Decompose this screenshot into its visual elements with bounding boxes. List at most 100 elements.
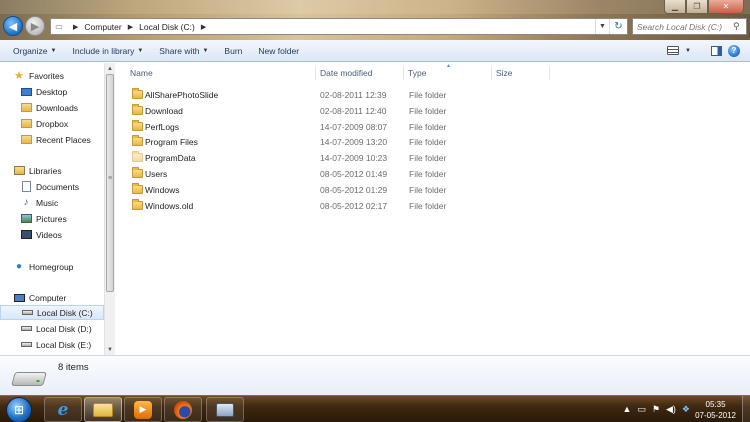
volume-icon[interactable]: ◀) — [666, 404, 676, 415]
breadcrumb-computer[interactable]: Computer — [84, 22, 121, 32]
search-input[interactable] — [637, 21, 733, 32]
taskbar-internet-explorer[interactable]: e — [44, 397, 82, 422]
nav-label: Local Disk (D:) — [36, 323, 92, 334]
command-bar: Organize ▼ Include in library ▼ Share with… — [0, 40, 750, 62]
taskbar-firefox[interactable] — [164, 397, 202, 422]
nav-recent-places[interactable]: Recent Places — [0, 132, 104, 147]
show-desktop-button[interactable] — [742, 396, 750, 422]
system-tray: ▲ ▭ ⚑ ◀) ❖ — [622, 404, 690, 415]
nav-downloads[interactable]: Downloads — [0, 100, 104, 115]
file-row[interactable]: Windows 08-05-2012 01:29 File folder — [128, 182, 748, 197]
details-pane: 8 items — [0, 355, 750, 395]
search-icon[interactable]: ⚲ — [733, 21, 740, 32]
action-center-flag-icon[interactable]: ⚑ — [652, 404, 660, 415]
clock[interactable]: 05:35 07-05-2012 — [695, 399, 736, 421]
nav-dropbox[interactable]: Dropbox — [0, 116, 104, 131]
nav-label: Computer — [29, 292, 67, 303]
file-name: AllSharePhotoSlide — [145, 89, 219, 100]
column-header-size[interactable]: Size — [492, 66, 550, 80]
drive-icon — [20, 339, 32, 350]
file-row[interactable]: Users 08-05-2012 01:49 File folder — [128, 166, 748, 181]
file-row[interactable]: PerfLogs 14-07-2009 08:07 File folder — [128, 119, 748, 134]
close-button[interactable]: ✕ — [708, 0, 744, 14]
maximize-button[interactable]: ❐ — [686, 0, 708, 14]
column-header-type[interactable]: Type — [404, 66, 492, 80]
file-row[interactable]: Program Files 14-07-2009 13:20 File folder — [128, 134, 748, 149]
change-view-icon[interactable] — [667, 46, 680, 55]
help-icon[interactable]: ? — [728, 44, 740, 57]
minimize-button[interactable]: ▁ — [664, 0, 686, 14]
file-row[interactable]: AllSharePhotoSlide 02-08-2011 12:39 File f… — [128, 87, 748, 102]
organize-button[interactable]: Organize ▼ — [0, 46, 64, 56]
taskbar-windows-explorer[interactable] — [84, 397, 122, 422]
breadcrumb-local-disk[interactable]: Local Disk (C:) — [139, 22, 195, 32]
nav-pictures[interactable]: Pictures — [0, 211, 104, 226]
address-dropdown-button[interactable]: ▼ — [595, 19, 609, 34]
view-options-caret-icon[interactable]: ▼ — [685, 48, 691, 54]
navigation-scrollbar[interactable]: ▲ ▼ — [104, 63, 115, 355]
nav-local-disk-c[interactable]: Local Disk (C:) — [0, 305, 104, 320]
new-folder-button[interactable]: New folder — [250, 46, 307, 56]
computer-icon — [13, 292, 25, 303]
back-button[interactable]: ◀ — [3, 16, 23, 36]
show-hidden-icons-icon[interactable]: ▲ — [622, 404, 631, 415]
file-date: 14-07-2009 08:07 — [320, 121, 388, 132]
taskbar-network[interactable] — [206, 397, 244, 422]
scroll-thumb[interactable] — [106, 74, 114, 292]
file-date: 08-05-2012 02:17 — [320, 200, 388, 211]
libraries-icon — [13, 165, 25, 176]
file-row[interactable]: ProgramData 14-07-2009 10:23 File folder — [128, 150, 748, 165]
clock-time: 05:35 — [705, 400, 726, 409]
search-box[interactable]: ⚲ — [632, 18, 747, 35]
taskbar: ⊞ e ▶ ▲ ▭ ⚑ ◀) ❖ 05:35 07-05-2012 — [0, 395, 750, 422]
desktop-icon — [20, 86, 32, 97]
breadcrumb-chevron-icon[interactable]: ▶ — [201, 23, 206, 31]
refresh-button[interactable]: ↻ — [609, 19, 627, 34]
nav-desktop[interactable]: Desktop — [0, 84, 104, 99]
file-row[interactable]: Windows.old 08-05-2012 02:17 File folder — [128, 198, 748, 213]
nav-videos[interactable]: Videos — [0, 227, 104, 242]
burn-button[interactable]: Burn — [216, 46, 250, 56]
nav-favorites[interactable]: ★ Favorites — [0, 68, 104, 83]
include-in-library-button[interactable]: Include in library ▼ — [64, 46, 151, 56]
windows-logo-icon: ⊞ — [13, 403, 25, 417]
nav-computer[interactable]: Computer — [0, 290, 104, 305]
breadcrumb-chevron-icon[interactable]: ▶ — [128, 23, 133, 31]
nav-documents[interactable]: Documents — [0, 179, 104, 194]
preview-pane-icon[interactable] — [711, 45, 722, 56]
column-headers: ▲ Name Date modified Type Size — [116, 63, 750, 82]
nav-label: Homegroup — [29, 261, 74, 272]
dropbox-tray-icon[interactable]: ❖ — [682, 404, 690, 415]
videos-icon — [20, 229, 32, 240]
nav-libraries[interactable]: Libraries — [0, 163, 104, 178]
music-icon: ♪ — [23, 197, 29, 208]
breadcrumb-chevron-icon[interactable]: ▶ — [73, 23, 78, 31]
file-row[interactable]: Download 02-08-2011 12:40 File folder — [128, 103, 748, 118]
drive-address-icon: ▭ — [55, 22, 63, 31]
file-type: File folder — [409, 89, 447, 100]
column-header-name[interactable]: Name — [126, 66, 316, 80]
file-name: Download — [145, 105, 183, 116]
pictures-icon — [20, 213, 32, 224]
scroll-down-icon[interactable]: ▼ — [105, 344, 115, 355]
folder-icon — [132, 183, 143, 194]
nav-label: Music — [36, 197, 59, 208]
include-in-library-label: Include in library — [72, 45, 135, 56]
address-bar[interactable]: ▭ ▶ Computer ▶ Local Disk (C:) ▶ ▼ ↻ — [50, 18, 628, 35]
nav-local-disk-e[interactable]: Local Disk (E:) — [0, 337, 104, 352]
nav-local-disk-d[interactable]: Local Disk (D:) — [0, 321, 104, 336]
downloads-icon — [20, 102, 32, 113]
scroll-up-icon[interactable]: ▲ — [105, 63, 115, 74]
share-with-button[interactable]: Share with ▼ — [151, 46, 216, 56]
column-header-date-modified[interactable]: Date modified — [316, 66, 404, 80]
forward-button[interactable]: ▶ — [25, 16, 45, 36]
item-count: 8 items — [58, 362, 89, 373]
nav-homegroup[interactable]: ● Homegroup — [0, 259, 104, 274]
network-tray-icon[interactable]: ▭ — [637, 404, 646, 415]
taskbar-media-player[interactable]: ▶ — [124, 397, 162, 422]
firefox-icon — [174, 400, 192, 419]
file-date: 02-08-2011 12:40 — [320, 105, 387, 116]
nav-music[interactable]: ♪ Music — [0, 195, 104, 210]
organize-label: Organize — [13, 45, 48, 56]
start-button[interactable]: ⊞ — [6, 397, 32, 422]
